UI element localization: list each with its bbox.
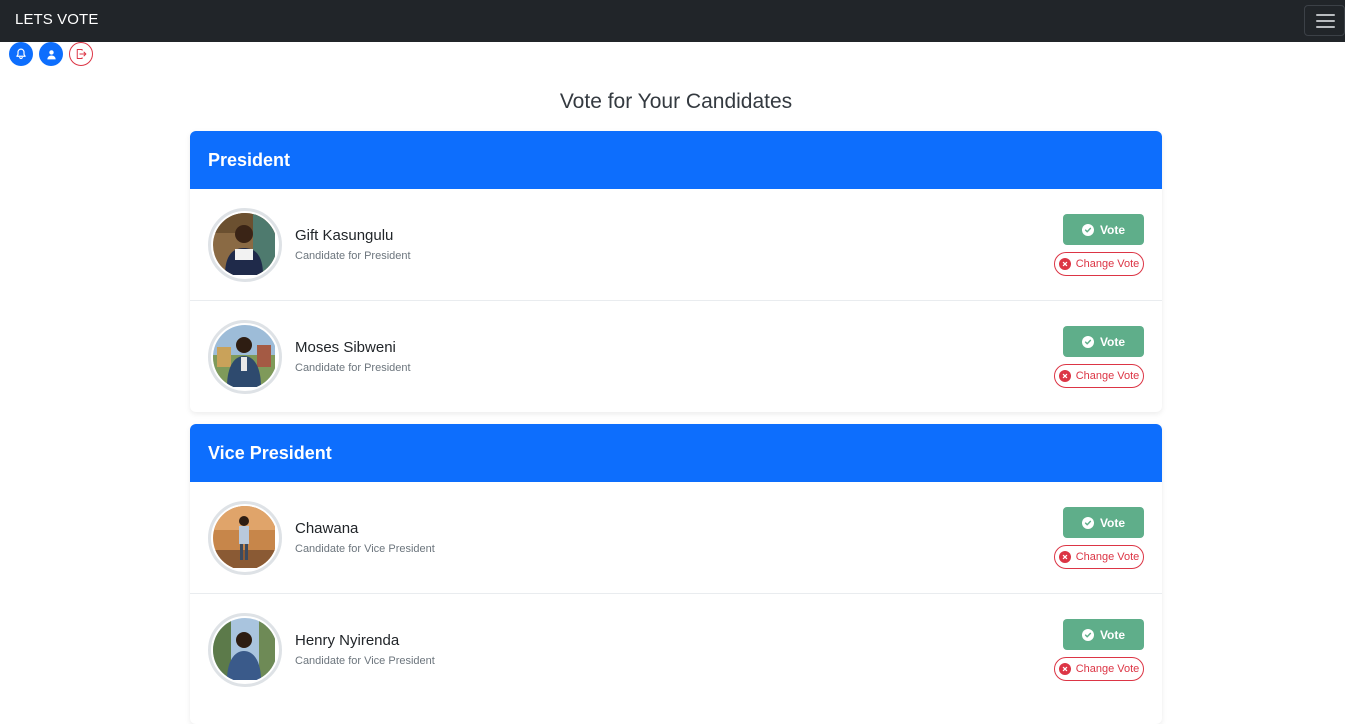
bell-icon <box>16 48 26 60</box>
x-circle-icon <box>1058 663 1071 675</box>
vote-label: Vote <box>1099 627 1126 642</box>
menu-toggle-button[interactable] <box>1304 5 1345 36</box>
change-vote-button[interactable]: Change Vote <box>1054 545 1144 569</box>
candidate-card: Chawana Candidate for Vice President Vot… <box>190 482 1162 594</box>
vote-label: Vote <box>1099 515 1126 530</box>
candidate-role: Candidate for Vice President <box>295 543 435 555</box>
candidate-photo <box>213 506 275 568</box>
check-circle-icon <box>1081 223 1094 236</box>
x-circle-icon <box>1058 370 1071 382</box>
page-title: Vote for Your Candidates <box>559 90 793 113</box>
candidate-name: Moses Sibweni <box>295 339 396 356</box>
x-circle-icon <box>1058 551 1071 563</box>
user-icon <box>46 49 56 59</box>
candidate-role: Candidate for Vice President <box>295 655 435 667</box>
vote-label: Vote <box>1099 334 1126 349</box>
change-vote-button[interactable]: Change Vote <box>1054 364 1144 388</box>
candidate-role: Candidate for President <box>295 362 411 374</box>
check-circle-icon <box>1081 628 1094 641</box>
brand-title[interactable]: LETS VOTE <box>15 11 98 28</box>
candidate-photo <box>213 325 275 387</box>
change-vote-button[interactable]: Change Vote <box>1054 252 1144 276</box>
vote-button[interactable]: Vote <box>1063 326 1144 357</box>
candidate-name: Gift Kasungulu <box>295 227 394 244</box>
candidate-card: Gift Kasungulu Candidate for President V… <box>190 189 1162 301</box>
profile-button[interactable] <box>39 42 63 66</box>
x-circle-icon <box>1058 258 1071 270</box>
change-vote-button[interactable]: Change Vote <box>1054 657 1144 681</box>
section-vice-president: Vice President Chawana Candidate for Vic… <box>190 424 1162 724</box>
vote-button[interactable]: Vote <box>1063 507 1144 538</box>
avatar <box>208 208 282 282</box>
section-header: Vice President <box>190 424 1162 482</box>
avatar <box>208 501 282 575</box>
avatar <box>208 613 282 687</box>
check-circle-icon <box>1081 516 1094 529</box>
change-vote-label: Change Vote <box>1075 370 1140 382</box>
candidate-card: Moses Sibweni Candidate for President Vo… <box>190 301 1162 412</box>
section-president: President Gift Kasungulu Candidate for P… <box>190 131 1162 412</box>
check-circle-icon <box>1081 335 1094 348</box>
vote-label: Vote <box>1099 222 1126 237</box>
change-vote-label: Change Vote <box>1075 663 1140 675</box>
candidate-photo <box>213 213 275 275</box>
candidate-name: Henry Nyirenda <box>295 632 400 649</box>
candidate-name: Chawana <box>295 520 359 537</box>
candidate-role: Candidate for President <box>295 250 411 262</box>
logout-button[interactable] <box>69 42 93 66</box>
top-navbar: LETS VOTE <box>0 0 1345 42</box>
candidate-card: Henry Nyirenda Candidate for Vice Presid… <box>190 594 1162 706</box>
section-header: President <box>190 131 1162 189</box>
change-vote-label: Change Vote <box>1075 258 1140 270</box>
vote-button[interactable]: Vote <box>1063 214 1144 245</box>
logout-icon <box>76 49 87 59</box>
candidate-photo <box>213 618 275 680</box>
avatar <box>208 320 282 394</box>
notifications-button[interactable] <box>9 42 33 66</box>
change-vote-label: Change Vote <box>1075 551 1140 563</box>
vote-button[interactable]: Vote <box>1063 619 1144 650</box>
